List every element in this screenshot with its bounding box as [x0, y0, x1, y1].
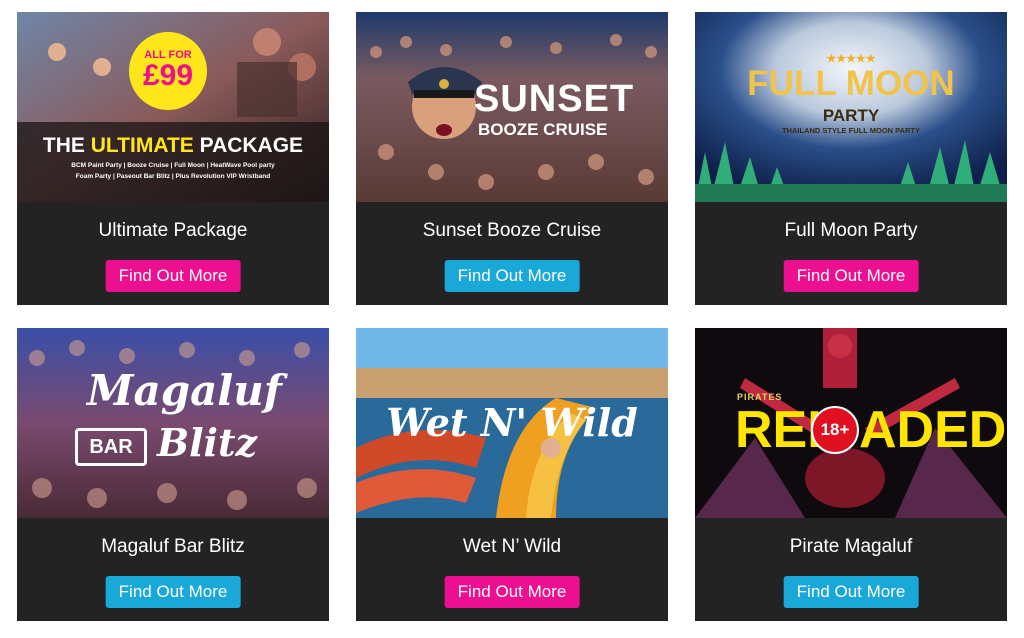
pirate-magaluf-image[interactable]: PIRATES REL 18+ ADED: [695, 328, 1007, 518]
card-magaluf-bar-blitz: Magaluf BAR Blitz Magaluf Bar Blitz Find…: [17, 328, 329, 621]
card-full-moon-party: ★★★★★ FULL MOON PARTY THAILAND STYLE FUL…: [695, 12, 1007, 305]
card-pirate-magaluf: PIRATES REL 18+ ADED Pirate Magaluf Find…: [695, 328, 1007, 621]
find-out-more-button[interactable]: Find Out More: [444, 576, 580, 608]
wet-n-wild-image[interactable]: Wet N' Wild: [356, 328, 668, 518]
card-title: Full Moon Party: [784, 220, 918, 241]
blitz-logo-text: Blitz: [157, 420, 258, 465]
magaluf-bar-blitz-image[interactable]: Magaluf BAR Blitz: [17, 328, 329, 518]
headline-part-b: ULTIMATE: [90, 134, 194, 157]
age-badge-text: 18+: [820, 420, 850, 439]
ultimate-package-image[interactable]: ALL FOR £99 THE ULTIMATE PACKAGE BCM Pai…: [17, 12, 329, 202]
find-out-more-button[interactable]: Find Out More: [105, 576, 241, 608]
card-title: Pirate Magaluf: [789, 536, 913, 557]
package-line-2: Foam Party | Paseout Bar Blitz | Plus Re…: [75, 173, 271, 180]
reloaded-logo-part-b: ADED: [859, 401, 1007, 459]
package-line-1: BCM Paint Party | Booze Cruise | Full Mo…: [71, 162, 275, 169]
full-moon-logo-text: FULL MOON: [747, 64, 955, 103]
sunset-logo-text: SUNSET: [474, 78, 635, 120]
full-moon-party-image[interactable]: ★★★★★ FULL MOON PARTY THAILAND STYLE FUL…: [695, 12, 1007, 202]
card-ultimate-package: ALL FOR £99 THE ULTIMATE PACKAGE BCM Pai…: [17, 12, 329, 305]
booze-cruise-logo-text: BOOZE CRUISE: [478, 120, 608, 139]
card-title: Wet N’ Wild: [462, 536, 562, 557]
wet-n-wild-logo-text: Wet N' Wild: [386, 400, 638, 445]
find-out-more-button[interactable]: Find Out More: [783, 576, 919, 608]
magaluf-logo-text: Magaluf: [87, 366, 282, 415]
headline-part-a: THE: [42, 134, 91, 157]
find-out-more-button[interactable]: Find Out More: [783, 260, 919, 292]
card-title: Ultimate Package: [98, 220, 248, 241]
sunset-booze-cruise-image[interactable]: SUNSET BOOZE CRUISE: [356, 12, 668, 202]
ultimate-headline: THE ULTIMATE PACKAGE: [17, 134, 329, 158]
find-out-more-button[interactable]: Find Out More: [444, 260, 580, 292]
bar-tag: BAR: [75, 428, 147, 466]
price-badge: ALL FOR £99: [129, 32, 207, 110]
badge-price: £99: [142, 59, 194, 92]
card-sunset-booze-cruise: SUNSET BOOZE CRUISE Sunset Booze Cruise …: [356, 12, 668, 305]
find-out-more-button[interactable]: Find Out More: [105, 260, 241, 292]
card-title: Magaluf Bar Blitz: [101, 536, 245, 557]
age-badge: 18+: [811, 406, 859, 454]
party-logo-text: PARTY: [822, 106, 880, 125]
card-title: Sunset Booze Cruise: [422, 220, 602, 241]
bar-tag-text: BAR: [89, 436, 133, 458]
full-moon-tagline: THAILAND STYLE FULL MOON PARTY: [781, 126, 921, 135]
headline-part-c: PACKAGE: [193, 134, 304, 157]
card-wet-n-wild: Wet N' Wild Wet N’ Wild Find Out More: [356, 328, 668, 621]
